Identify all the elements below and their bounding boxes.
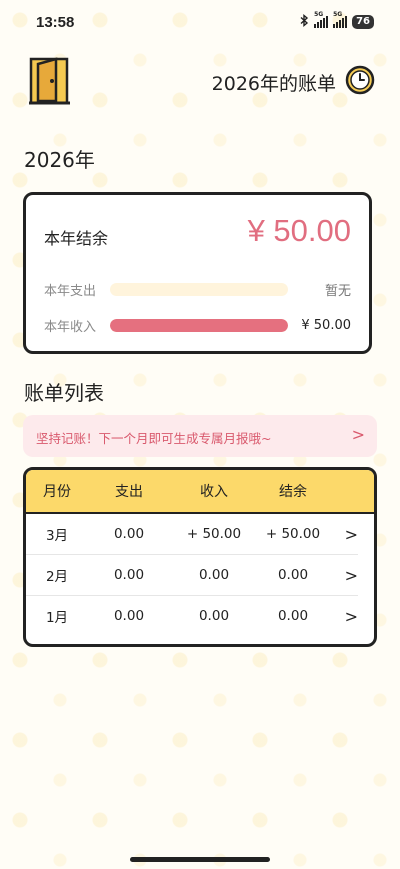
- row-income: + 50.00: [186, 526, 242, 542]
- expense-label: 本年支出: [44, 283, 97, 299]
- expense-value: 暂无: [324, 283, 351, 299]
- row-income: 0.00: [198, 567, 230, 583]
- header-expense: 支出: [115, 484, 143, 500]
- status-icons: 5G 5G 76: [300, 11, 374, 30]
- status-time: 13:58: [36, 14, 75, 31]
- row-expense: 0.00: [113, 526, 145, 542]
- tip-text: 坚持记账！下一个月即可生成专属月报哦~: [36, 431, 272, 446]
- balance-label: 本年结余: [44, 229, 109, 248]
- row-balance: 0.00: [277, 608, 309, 624]
- annual-summary-card: 本年结余 ¥ 50.00 本年支出 暂无 本年收入 ¥ 50.00: [23, 192, 372, 354]
- income-label: 本年收入: [44, 319, 97, 335]
- header-income: 收入: [200, 484, 228, 500]
- chevron-right-icon: >: [344, 565, 358, 585]
- signal-icon: 5G: [314, 11, 329, 28]
- clock-icon[interactable]: [344, 64, 376, 96]
- chevron-right-icon: >: [344, 606, 358, 626]
- chevron-right-icon: >: [351, 425, 365, 444]
- row-balance: + 50.00: [265, 526, 321, 542]
- bill-list-heading: 账单列表: [24, 381, 104, 405]
- year-heading: 2026年: [24, 148, 95, 172]
- row-expense: 0.00: [113, 567, 145, 583]
- row-income: 0.00: [198, 608, 230, 624]
- row-month: 3月: [45, 528, 69, 544]
- income-row: 本年收入 ¥ 50.00: [44, 315, 351, 335]
- bluetooth-icon: [300, 14, 309, 30]
- row-balance: 0.00: [277, 567, 309, 583]
- home-indicator[interactable]: [130, 857, 270, 862]
- signal-icon-2: 5G: [333, 11, 348, 28]
- header-month: 月份: [43, 484, 71, 500]
- expense-row: 本年支出 暂无: [44, 279, 351, 299]
- row-month: 2月: [45, 569, 69, 585]
- chevron-right-icon: >: [344, 524, 358, 544]
- status-bar: 13:58 5G 5G 76: [0, 0, 400, 40]
- row-expense: 0.00: [113, 608, 145, 624]
- monthly-report-tip[interactable]: 坚持记账！下一个月即可生成专属月报哦~ >: [23, 415, 377, 457]
- table-row[interactable]: 3月 0.00 + 50.00 + 50.00 >: [26, 514, 358, 555]
- income-bar: [110, 318, 288, 332]
- table-row[interactable]: 2月 0.00 0.00 0.00 >: [26, 555, 358, 596]
- income-bar-fill: [110, 318, 288, 332]
- bill-table: 月份 支出 收入 结余 3月 0.00 + 50.00 + 50.00 > 2月…: [23, 467, 377, 647]
- header: 2026年的账单: [0, 52, 400, 106]
- battery-icon: 76: [352, 15, 374, 29]
- network-label-2: 5G: [333, 11, 343, 18]
- page-title: 2026年的账单: [211, 73, 336, 95]
- door-icon[interactable]: [28, 54, 72, 106]
- income-value: ¥ 50.00: [301, 317, 351, 333]
- table-header: 月份 支出 收入 结余: [26, 470, 374, 514]
- header-balance: 结余: [279, 484, 307, 500]
- network-label-1: 5G: [314, 11, 324, 18]
- row-month: 1月: [45, 610, 69, 626]
- table-row[interactable]: 1月 0.00 0.00 0.00 >: [26, 596, 358, 636]
- expense-bar: [110, 282, 288, 296]
- balance-value: ¥ 50.00: [247, 213, 351, 248]
